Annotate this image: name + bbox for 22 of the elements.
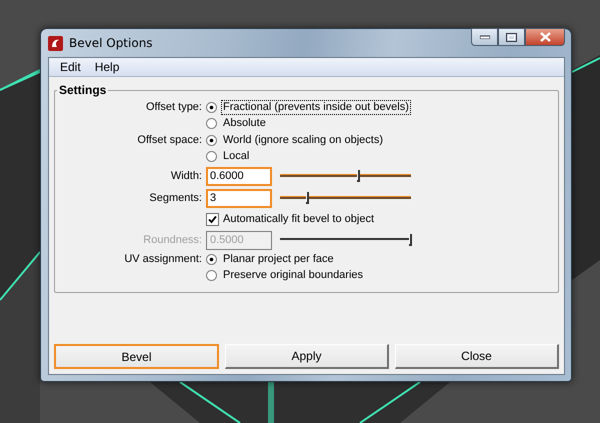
option-label: Fractional (prevents inside out bevels) xyxy=(221,100,411,115)
field-label: Offset type: xyxy=(144,100,202,115)
dialog-button[interactable]: Bevel xyxy=(54,344,219,369)
field-label: Roundness: xyxy=(142,233,202,248)
input-field[interactable]: 3 xyxy=(206,188,272,208)
field-label: Segments: xyxy=(148,191,202,206)
option-label: Planar project per face xyxy=(222,252,335,267)
checkbox-label: Automatically fit bevel to object xyxy=(223,213,374,225)
option-label: Absolute xyxy=(222,116,267,132)
field-label: Width: xyxy=(170,169,202,184)
option-label: World (ignore scaling on objects) xyxy=(222,132,384,148)
dialog-button[interactable]: Apply xyxy=(225,344,389,369)
menu-item[interactable]: Edit xyxy=(53,60,88,74)
input-field[interactable]: 0.6000 xyxy=(206,166,272,186)
option-label: Preserve original boundaries xyxy=(222,268,364,284)
window-title: Bevel Options xyxy=(69,36,154,50)
option-label: Local xyxy=(222,149,250,164)
group-title: Settings xyxy=(58,83,108,97)
field-label: UV assignment: xyxy=(123,252,202,267)
field-label: Offset space: xyxy=(136,133,202,148)
menu-item[interactable]: Help xyxy=(88,60,126,74)
dialog-button[interactable]: Close xyxy=(395,344,559,369)
